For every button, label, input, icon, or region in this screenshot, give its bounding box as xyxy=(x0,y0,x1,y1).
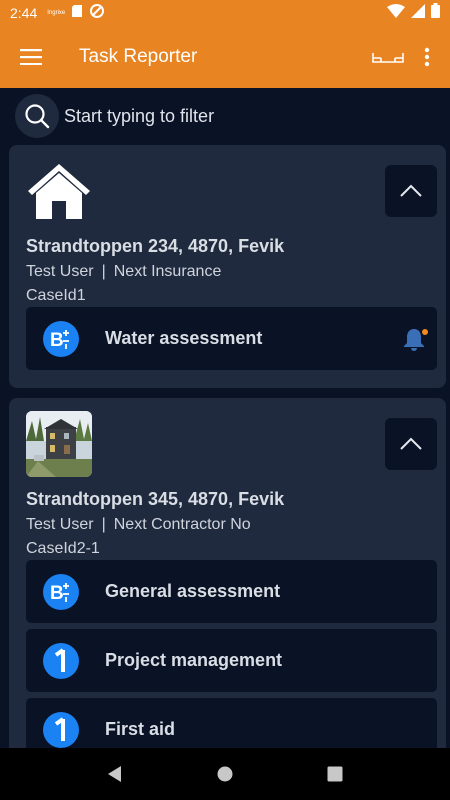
wifi-icon xyxy=(387,3,405,23)
meta-separator: | xyxy=(101,263,106,280)
task-label: First aid xyxy=(105,719,176,739)
nav-home-button[interactable] xyxy=(205,754,245,794)
task-item-water-assessment[interactable]: B Water assessment xyxy=(26,307,437,370)
task-label: General assessment xyxy=(105,581,281,601)
case-address: Strandtoppen 234, 4870, Fevik xyxy=(26,236,285,256)
notification-bell-icon[interactable] xyxy=(401,326,428,352)
task-label: Water assessment xyxy=(105,328,263,348)
svg-text:B: B xyxy=(50,330,64,351)
notification-dot xyxy=(422,328,428,335)
sd-card-icon xyxy=(71,4,83,23)
search-button[interactable] xyxy=(15,94,59,138)
navigation-bar xyxy=(0,748,450,800)
b-plus-minus-icon: B xyxy=(43,573,79,610)
overflow-menu-button[interactable] xyxy=(410,35,444,79)
case-meta: Test User | Next Insurance xyxy=(26,263,221,281)
number-one-icon xyxy=(43,711,79,748)
case-company: Next Insurance xyxy=(113,263,222,280)
status-app-label: Ingrixe xyxy=(47,10,66,16)
house-photo xyxy=(26,411,92,477)
signal-icon xyxy=(411,3,425,23)
task-label: Project management xyxy=(105,650,283,670)
chevron-up-icon xyxy=(400,437,422,450)
collapse-button[interactable] xyxy=(385,418,437,470)
home-circle-icon xyxy=(217,766,233,782)
case-card: Strandtoppen 234, 4870, Fevik Test User … xyxy=(9,145,446,388)
nav-back-button[interactable] xyxy=(95,754,135,794)
tray-button[interactable] xyxy=(366,35,410,79)
task-item-project-management[interactable]: Project management xyxy=(26,629,437,692)
app-bar: Task Reporter xyxy=(0,26,450,88)
number-one-icon xyxy=(43,642,79,679)
status-bar: 2:44 Ingrixe xyxy=(0,0,450,26)
filter-row[interactable]: Start typing to filter xyxy=(0,88,450,144)
case-address: Strandtoppen 345, 4870, Fevik xyxy=(26,489,285,509)
back-triangle-icon xyxy=(108,766,121,782)
search-icon xyxy=(25,104,50,129)
house-icon xyxy=(26,161,92,223)
case-user: Test User xyxy=(26,263,94,280)
more-vert-icon xyxy=(424,47,430,67)
task-item-general-assessment[interactable]: B General assessment xyxy=(26,560,437,623)
tray-icon xyxy=(372,53,404,63)
do-not-disturb-icon xyxy=(89,3,105,24)
case-meta: Test User | Next Contractor No xyxy=(26,516,251,534)
battery-icon xyxy=(431,3,440,23)
case-user: Test User xyxy=(26,516,94,533)
svg-text:B: B xyxy=(50,583,64,604)
b-plus-minus-icon: B xyxy=(43,320,79,357)
app-title: Task Reporter xyxy=(79,46,198,67)
case-id: CaseId2-1 xyxy=(26,540,100,557)
menu-button[interactable] xyxy=(0,26,62,88)
meta-separator: | xyxy=(101,516,106,533)
recents-square-icon xyxy=(327,766,343,782)
case-company: Next Contractor No xyxy=(113,516,251,533)
filter-input[interactable]: Start typing to filter xyxy=(64,106,214,127)
nav-recents-button[interactable] xyxy=(315,754,355,794)
case-id: CaseId1 xyxy=(26,287,86,304)
case-card: Strandtoppen 345, 4870, Fevik Test User … xyxy=(9,398,446,800)
chevron-up-icon xyxy=(400,184,422,197)
collapse-button[interactable] xyxy=(385,165,437,217)
status-time: 2:44 xyxy=(10,5,38,21)
hamburger-icon xyxy=(20,49,42,65)
